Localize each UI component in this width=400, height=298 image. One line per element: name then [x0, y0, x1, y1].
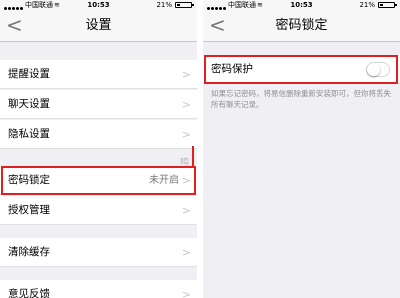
nav-bar: < 密码锁定	[203, 10, 400, 42]
row-label: 意见反馈	[8, 288, 50, 298]
row-label: 授权管理	[8, 204, 50, 216]
row-label: 清除缓存	[8, 246, 50, 258]
settings-row-chat[interactable]: 聊天设置 >	[0, 90, 197, 119]
status-bar: 中国联通 ≋ 10:53 21%	[0, 0, 197, 10]
row-label: 隐私设置	[8, 128, 50, 140]
settings-row-authorization[interactable]: 授权管理 >	[0, 196, 197, 225]
settings-row-privacy[interactable]: 隐私设置 >	[0, 120, 197, 149]
chevron-right-icon: >	[181, 288, 191, 298]
battery-percent: 21%	[156, 1, 172, 9]
chevron-right-icon: >	[181, 128, 191, 141]
highlight-box-passcode-protection	[204, 55, 398, 84]
passcode-lock-screen: 中国联通 ≋ 10:53 21% < 密码锁定 密码保护 如果忘记密码，将易信删…	[203, 0, 400, 298]
settings-screen: 中国联通 ≋ 10:53 21% < 设置 提醒设置 > 聊天设置 > 隐私设置…	[0, 0, 197, 298]
nav-bar: < 设置	[0, 10, 197, 42]
status-bar: 中国联通 ≋ 10:53 21%	[203, 0, 400, 10]
highlight-box-passcode	[1, 166, 196, 195]
highlight-marker	[192, 146, 194, 168]
settings-row-feedback[interactable]: 意见反馈 >	[0, 280, 197, 298]
battery-icon	[378, 2, 397, 8]
chevron-right-icon: >	[181, 246, 191, 259]
chevron-right-icon: >	[181, 204, 191, 217]
passcode-note: 如果忘记密码，将易信删除重新安装即可，但你将丢失所有聊天记录。	[211, 89, 391, 109]
screens-container: 中国联通 ≋ 10:53 21% < 设置 提醒设置 > 聊天设置 > 隐私设置…	[0, 0, 400, 298]
row-label: 聊天设置	[8, 98, 50, 110]
battery-icon	[175, 2, 194, 8]
battery-percent: 21%	[359, 1, 375, 9]
settings-row-clear-cache[interactable]: 清除缓存 >	[0, 238, 197, 267]
page-title: 密码锁定	[275, 18, 328, 33]
page-title: 设置	[85, 18, 112, 33]
chevron-right-icon: >	[181, 98, 191, 111]
row-label: 提醒设置	[8, 68, 50, 80]
chevron-right-icon: >	[181, 68, 191, 81]
settings-row-reminder[interactable]: 提醒设置 >	[0, 60, 197, 89]
